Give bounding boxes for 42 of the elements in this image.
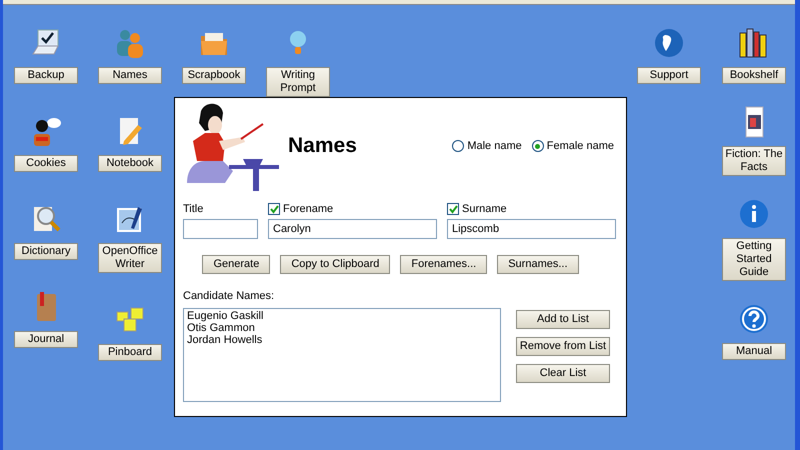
launcher-button[interactable]: Names <box>98 67 162 84</box>
launcher-button[interactable]: Cookies <box>14 155 78 172</box>
launcher-button[interactable]: Notebook <box>98 155 162 172</box>
action-button[interactable]: Forenames... <box>400 255 488 274</box>
field-label: Title <box>183 202 204 217</box>
list-item[interactable]: Otis Gammon <box>187 322 497 334</box>
text-field[interactable]: Carolyn <box>268 219 437 239</box>
text-field[interactable] <box>183 219 258 239</box>
launcher-button[interactable]: Support <box>637 67 701 84</box>
launcher-button[interactable]: Pinboard <box>98 344 162 361</box>
launcher-button[interactable]: Getting Started Guide <box>722 238 786 281</box>
gender-radio[interactable]: Male name <box>452 138 522 154</box>
checkbox[interactable] <box>447 203 459 215</box>
launcher-button[interactable]: Dictionary <box>14 243 78 260</box>
launcher-button[interactable]: Writing Prompt <box>266 67 330 97</box>
launcher-button[interactable]: Fiction: The Facts <box>722 146 786 176</box>
launcher-button[interactable]: Manual <box>722 343 786 360</box>
gender-radio[interactable]: Female name <box>532 138 614 154</box>
launcher-button[interactable]: Journal <box>14 331 78 348</box>
list-button[interactable]: Clear List <box>516 364 610 382</box>
field-label: Forename <box>283 202 334 217</box>
people-icon <box>114 27 146 59</box>
list-item[interactable]: Eugenio Gaskill <box>187 310 497 322</box>
info-icon <box>738 198 770 230</box>
action-button[interactable]: Generate <box>202 255 270 274</box>
list-button[interactable]: Add to List <box>516 310 610 328</box>
checkbox[interactable] <box>268 203 280 215</box>
launcher-button[interactable]: Scrapbook <box>182 67 246 84</box>
launcher-button[interactable]: Bookshelf <box>722 67 786 84</box>
dialog-title: Names <box>288 133 357 160</box>
launcher-button[interactable]: OpenOffice Writer <box>98 243 162 273</box>
list-label: Candidate Names: <box>183 289 276 304</box>
help-icon <box>738 303 770 335</box>
action-button[interactable]: Surnames... <box>497 255 579 274</box>
field-label: Surname <box>462 202 507 217</box>
globe-icon <box>653 27 685 59</box>
list-item[interactable]: Jordan Howells <box>187 334 497 346</box>
text-field[interactable]: Lipscomb <box>447 219 616 239</box>
candidate-list[interactable]: Eugenio Gaskill Otis Gammon Jordan Howells <box>183 308 501 402</box>
list-button[interactable]: Remove from List <box>516 336 610 356</box>
launcher-button[interactable]: Backup <box>14 67 78 84</box>
action-button[interactable]: Copy to Clipboard <box>280 255 390 274</box>
